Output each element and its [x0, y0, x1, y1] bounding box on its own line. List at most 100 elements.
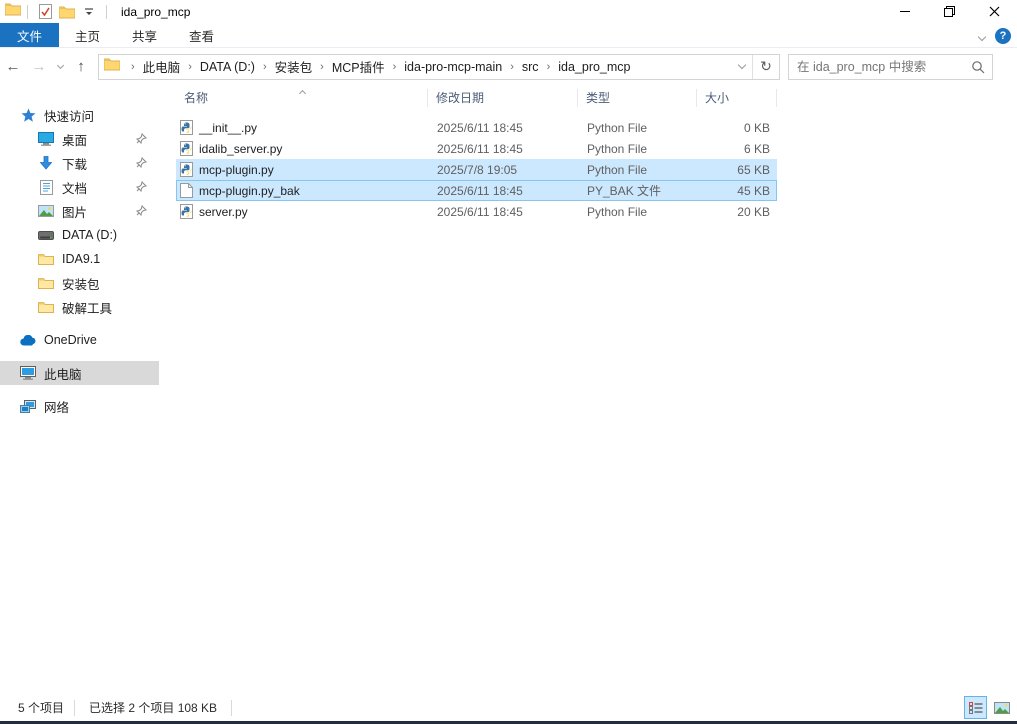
breadcrumb-install-pkg[interactable]: 安装包: [272, 57, 316, 76]
chevron-right-icon: ›: [188, 60, 192, 73]
selection-info: 已选择 2 个项目 108 KB: [89, 701, 218, 715]
breadcrumb-src[interactable]: src: [519, 60, 542, 74]
column-header-row: 名称 修改日期 类型 大小: [176, 85, 777, 111]
explorer-window: ida_pro_mcp 文件 主页 共享 查看 ? ← → ↑ › 此电脑 › …: [0, 0, 1017, 724]
document-icon: [37, 179, 55, 195]
file-date: 2025/7/8 19:05: [437, 162, 518, 177]
back-button[interactable]: ←: [0, 54, 26, 80]
file-row[interactable]: __init__.py 2025/6/11 18:45 Python File …: [176, 117, 777, 138]
sidebar-item-crack-tools-folder[interactable]: 破解工具: [0, 295, 159, 319]
sidebar-item-data-drive[interactable]: DATA (D:): [0, 223, 159, 247]
sidebar-item-label: 此电脑: [44, 367, 82, 382]
breadcrumb-mcp-plugin[interactable]: MCP插件: [329, 57, 388, 76]
address-dropdown-icon[interactable]: [732, 55, 752, 79]
file-row[interactable]: mcp-plugin.py 2025/7/8 19:05 Python File…: [176, 159, 777, 180]
breadcrumb-data-d[interactable]: DATA (D:): [197, 60, 258, 74]
file-row[interactable]: idalib_server.py 2025/6/11 18:45 Python …: [176, 138, 777, 159]
file-row[interactable]: server.py 2025/6/11 18:45 Python File 20…: [176, 201, 777, 222]
sidebar-item-documents[interactable]: 文档: [0, 175, 159, 199]
sidebar-item-label: 桌面: [62, 133, 88, 148]
breadcrumb-ida-pro-mcp-main[interactable]: ida-pro-mcp-main: [401, 60, 505, 74]
divider: [231, 699, 233, 716]
help-button[interactable]: ?: [995, 27, 1011, 44]
folder-app-icon: [4, 2, 22, 21]
desktop-icon: [37, 132, 55, 146]
sidebar-item-quick-access[interactable]: 快速访问: [0, 103, 159, 127]
sidebar-item-label: 安装包: [62, 277, 100, 292]
sidebar-item-pictures[interactable]: 图片: [0, 199, 159, 223]
column-header-type[interactable]: 类型: [578, 89, 697, 107]
up-button[interactable]: ↑: [68, 54, 94, 80]
tab-view[interactable]: 查看: [173, 23, 230, 47]
refresh-icon[interactable]: ↻: [752, 54, 779, 79]
pin-icon: [135, 132, 148, 147]
close-button[interactable]: [972, 0, 1017, 23]
file-name: mcp-plugin.py: [199, 162, 274, 177]
chevron-right-icon: ›: [546, 60, 551, 73]
properties-quick-icon[interactable]: [34, 2, 56, 22]
sidebar-item-label: 下载: [62, 157, 88, 172]
column-header-size[interactable]: 大小: [697, 89, 777, 107]
pictures-icon: [37, 205, 55, 217]
download-arrow-icon: [37, 155, 55, 171]
python-file-icon: [180, 162, 193, 177]
sidebar-item-this-pc[interactable]: 此电脑: [0, 361, 159, 385]
file-row[interactable]: mcp-plugin.py_bak 2025/6/11 18:45 PY_BAK…: [176, 180, 777, 201]
onedrive-cloud-icon: [19, 334, 37, 346]
collapse-ribbon-icon[interactable]: [977, 27, 987, 45]
new-folder-quick-icon[interactable]: [56, 2, 78, 22]
title-bar: ida_pro_mcp: [0, 0, 1017, 23]
breadcrumb-this-pc[interactable]: 此电脑: [140, 57, 184, 76]
this-pc-icon: [19, 366, 37, 380]
forward-button[interactable]: →: [26, 54, 52, 80]
navigation-pane: 快速访问 桌面 下载 文档 图片 DATA (D:) IDA9.1 安装包 破解…: [0, 85, 159, 694]
details-view-button[interactable]: [964, 696, 987, 719]
sidebar-item-network[interactable]: 网络: [0, 394, 159, 418]
file-size: 65 KB: [737, 162, 770, 177]
file-list-pane: 名称 修改日期 类型 大小 __init__.py 2025/6/11 18:4…: [159, 85, 1017, 694]
chevron-right-icon: ›: [510, 60, 514, 73]
search-box[interactable]: [788, 53, 993, 80]
folder-icon: [37, 253, 55, 266]
sidebar-item-install-pkg-folder[interactable]: 安装包: [0, 271, 159, 295]
file-size: 45 KB: [737, 183, 770, 198]
file-size: 20 KB: [737, 204, 770, 219]
divider: [27, 4, 28, 19]
sidebar-item-ida91-folder[interactable]: IDA9.1: [0, 247, 159, 271]
search-input[interactable]: [789, 59, 964, 74]
breadcrumb: › 此电脑 › DATA (D:) › 安装包 › MCP插件 › ida-pr…: [126, 57, 634, 76]
tab-share[interactable]: 共享: [116, 23, 173, 47]
quick-access-star-icon: [19, 108, 37, 123]
minimize-button[interactable]: [882, 0, 927, 23]
python-file-icon: [180, 120, 193, 135]
tab-file[interactable]: 文件: [0, 23, 60, 47]
sidebar-item-label: 文档: [62, 181, 88, 196]
sidebar-item-onedrive[interactable]: OneDrive: [0, 328, 159, 352]
sidebar-item-label: OneDrive: [44, 333, 97, 347]
tab-home[interactable]: 主页: [59, 23, 116, 47]
sidebar-item-downloads[interactable]: 下载: [0, 151, 159, 175]
search-icon[interactable]: [971, 60, 985, 79]
file-size: 6 KB: [743, 141, 770, 156]
navigation-bar: ← → ↑ › 此电脑 › DATA (D:) › 安装包 › MCP插件 › …: [0, 49, 1017, 84]
sidebar-item-label: DATA (D:): [62, 228, 118, 242]
chevron-right-icon: ›: [392, 60, 397, 73]
file-type: Python File: [587, 204, 648, 219]
file-date: 2025/6/11 18:45: [437, 120, 523, 135]
sidebar-item-desktop[interactable]: 桌面: [0, 127, 159, 151]
customize-toolbar-dropdown-icon[interactable]: [78, 2, 100, 22]
file-name: idalib_server.py: [199, 141, 283, 156]
large-icons-view-button[interactable]: [990, 696, 1013, 719]
network-icon: [19, 399, 37, 413]
restore-button[interactable]: [927, 0, 972, 23]
recent-locations-dropdown-icon[interactable]: [52, 54, 68, 80]
sidebar-item-label: 图片: [62, 205, 88, 220]
file-name: mcp-plugin.py_bak: [199, 183, 300, 198]
generic-file-icon: [180, 183, 193, 198]
chevron-right-icon: ›: [320, 60, 324, 73]
chevron-right-icon: ›: [131, 60, 135, 73]
breadcrumb-ida-pro-mcp[interactable]: ida_pro_mcp: [555, 60, 633, 74]
file-date: 2025/6/11 18:45: [437, 183, 523, 198]
address-bar[interactable]: › 此电脑 › DATA (D:) › 安装包 › MCP插件 › ida-pr…: [98, 53, 780, 80]
column-header-date-modified[interactable]: 修改日期: [428, 89, 578, 107]
